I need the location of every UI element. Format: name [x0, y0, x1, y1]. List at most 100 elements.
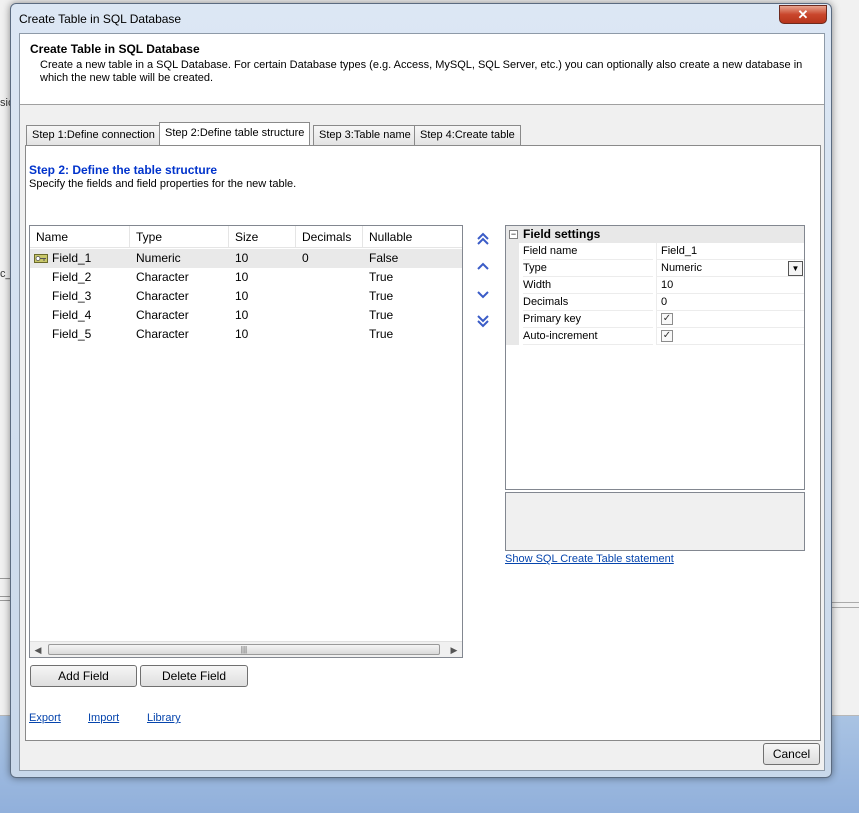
- property-decimals[interactable]: Decimals 0: [506, 294, 804, 311]
- type-select[interactable]: Numeric ▼: [656, 260, 804, 277]
- header-panel: Create Table in SQL Database Create a ne…: [20, 34, 824, 105]
- property-auto-increment[interactable]: Auto-increment ✓: [506, 328, 804, 345]
- tab-label: Step 2:Define table structure: [165, 127, 305, 139]
- cell-nullable: True: [369, 327, 394, 341]
- cell-size: 10: [235, 308, 249, 322]
- table-row[interactable]: Field_5 Character 10 True: [30, 325, 462, 344]
- cell-type: Numeric: [136, 251, 181, 265]
- header-title: Create Table in SQL Database: [30, 42, 200, 56]
- delete-field-button[interactable]: Delete Field: [140, 665, 248, 687]
- cell-size: 10: [235, 289, 249, 303]
- primary-key-checkbox[interactable]: ✓: [661, 313, 673, 325]
- tab-define-connection[interactable]: Step 1:Define connection: [26, 125, 161, 145]
- table-row[interactable]: Field_3 Character 10 True: [30, 287, 462, 306]
- cell-name: Field_3: [52, 289, 92, 303]
- property-gutter: [506, 277, 519, 294]
- table-row[interactable]: Field_1 Numeric 10 0 False: [30, 249, 462, 268]
- property-field-name[interactable]: Field name Field_1: [506, 243, 804, 260]
- column-header-type[interactable]: Type: [130, 226, 229, 248]
- cancel-button[interactable]: Cancel: [763, 743, 820, 765]
- column-header-decimals[interactable]: Decimals: [296, 226, 363, 248]
- property-label: Decimals: [523, 294, 653, 311]
- property-label: Width: [523, 277, 653, 294]
- cell-nullable: True: [369, 270, 394, 284]
- property-gutter: [506, 243, 519, 260]
- property-label: Field name: [523, 243, 653, 260]
- cell-type: Character: [136, 327, 189, 341]
- cell-nullable: False: [369, 251, 399, 265]
- property-gutter: [506, 328, 519, 345]
- scrollbar-grip: |||: [240, 645, 248, 654]
- width-input[interactable]: 10: [656, 277, 804, 294]
- property-label: Type: [523, 260, 653, 277]
- tab-define-table-structure[interactable]: Step 2:Define table structure: [159, 122, 311, 145]
- step-title: Step 2: Define the table structure: [29, 163, 218, 177]
- column-header-nullable[interactable]: Nullable: [363, 226, 462, 248]
- move-to-bottom-icon[interactable]: [475, 313, 491, 329]
- horizontal-scrollbar[interactable]: ◀ ||| ▶: [30, 641, 462, 657]
- cell-name: Field_2: [52, 270, 92, 284]
- background-divider: [832, 607, 859, 608]
- primary-key-cell: ✓: [656, 311, 804, 328]
- fields-table[interactable]: Name Type Size Decimals Nullable Field_1…: [29, 225, 463, 658]
- cell-type: Character: [136, 289, 189, 303]
- property-type[interactable]: Type Numeric ▼: [506, 260, 804, 277]
- table-row[interactable]: Field_4 Character 10 True: [30, 306, 462, 325]
- tab-label: Step 1:Define connection: [32, 129, 155, 141]
- scrollbar-thumb[interactable]: |||: [48, 644, 440, 655]
- property-width[interactable]: Width 10: [506, 277, 804, 294]
- cell-nullable: True: [369, 289, 394, 303]
- title-bar[interactable]: Create Table in SQL Database ✕: [11, 4, 831, 34]
- cell-name: Field_1: [52, 251, 92, 265]
- property-label: Primary key: [523, 311, 653, 328]
- property-gutter: [506, 260, 519, 277]
- close-button[interactable]: ✕: [779, 5, 827, 24]
- step-description: Specify the fields and field properties …: [29, 178, 297, 190]
- move-down-icon[interactable]: [475, 286, 491, 302]
- header-description: Create a new table in a SQL Database. Fo…: [40, 59, 803, 84]
- field-settings-category[interactable]: − Field settings: [506, 226, 804, 243]
- window-title: Create Table in SQL Database: [19, 12, 182, 26]
- move-up-icon[interactable]: [475, 259, 491, 275]
- cell-type: Character: [136, 308, 189, 322]
- decimals-input[interactable]: 0: [656, 294, 804, 311]
- collapse-icon[interactable]: −: [509, 230, 518, 239]
- library-link[interactable]: Library: [147, 712, 181, 724]
- column-header-name[interactable]: Name: [30, 226, 130, 248]
- primary-key-icon: [34, 254, 48, 263]
- tab-panel-table-structure: Step 2: Define the table structure Speci…: [25, 145, 821, 741]
- move-to-top-icon[interactable]: [475, 231, 491, 247]
- property-gutter: [506, 294, 519, 311]
- tab-create-table[interactable]: Step 4:Create table: [414, 125, 521, 145]
- column-header-size[interactable]: Size: [229, 226, 296, 248]
- field-name-input[interactable]: Field_1: [656, 243, 804, 260]
- category-label: Field settings: [523, 227, 601, 241]
- auto-increment-checkbox[interactable]: ✓: [661, 330, 673, 342]
- dialog-client-area: Create Table in SQL Database Create a ne…: [19, 33, 825, 771]
- cell-name: Field_5: [52, 327, 92, 341]
- cell-type: Character: [136, 270, 189, 284]
- tab-label: Step 3:Table name: [319, 129, 411, 141]
- table-row[interactable]: Field_2 Character 10 True: [30, 268, 462, 287]
- close-icon: ✕: [797, 7, 809, 22]
- property-label: Auto-increment: [523, 328, 653, 345]
- field-settings-grid[interactable]: − Field settings Field name Field_1 Type…: [505, 225, 805, 490]
- add-field-button[interactable]: Add Field: [30, 665, 137, 687]
- export-link[interactable]: Export: [29, 712, 61, 724]
- scroll-left-icon[interactable]: ◀: [31, 643, 45, 657]
- property-help-box: [505, 492, 805, 551]
- table-header: Name Type Size Decimals Nullable: [30, 226, 462, 248]
- property-primary-key[interactable]: Primary key ✓: [506, 311, 804, 328]
- tab-table-name[interactable]: Step 3:Table name: [313, 125, 417, 145]
- show-sql-link[interactable]: Show SQL Create Table statement: [505, 553, 674, 565]
- import-link[interactable]: Import: [88, 712, 119, 724]
- background-divider: [832, 602, 859, 603]
- cell-size: 10: [235, 270, 249, 284]
- type-select-value: Numeric: [661, 262, 702, 274]
- chevron-down-icon[interactable]: ▼: [788, 261, 803, 276]
- cell-size: 10: [235, 327, 249, 341]
- cell-size: 10: [235, 251, 249, 265]
- tab-label: Step 4:Create table: [420, 129, 515, 141]
- scroll-right-icon[interactable]: ▶: [447, 643, 461, 657]
- cell-nullable: True: [369, 308, 394, 322]
